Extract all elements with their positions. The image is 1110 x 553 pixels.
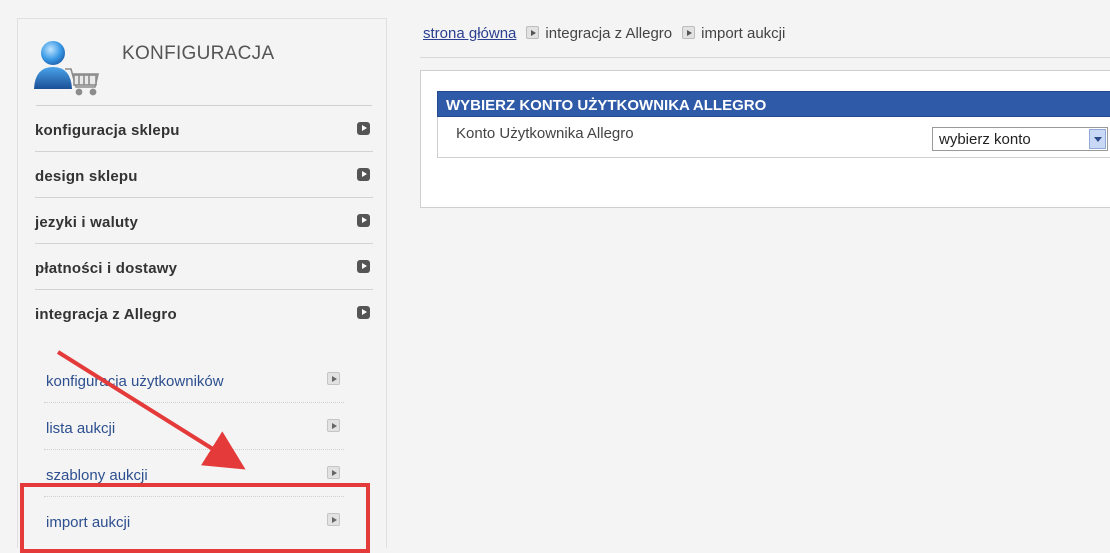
select-value: wybierz konto (939, 131, 1031, 148)
arrow-right-icon (327, 372, 340, 385)
sidebar: KONFIGURACJA konfiguracja sklepu design … (17, 18, 387, 548)
account-select[interactable]: wybierz konto (932, 127, 1108, 151)
arrow-right-icon (327, 419, 340, 432)
divider (420, 57, 1110, 58)
sidebar-title: KONFIGURACJA (122, 43, 275, 64)
breadcrumb-current: import aukcji (701, 25, 786, 42)
submenu-item-szablony-aukcji[interactable]: szablony aukcji (44, 450, 344, 497)
menu-item-konfiguracja-sklepu[interactable]: konfiguracja sklepu (35, 106, 373, 152)
submenu-item-label: import aukcji (46, 514, 131, 531)
menu-item-design-sklepu[interactable]: design sklepu (35, 152, 373, 198)
allegro-submenu: konfiguracja użytkowników lista aukcji s… (44, 356, 344, 544)
form-row: Konto Użytkownika Allegro wybierz konto (437, 117, 1110, 158)
main-menu: konfiguracja sklepu design sklepu jezyki… (35, 106, 373, 336)
submenu-item-lista-aukcji[interactable]: lista aukcji (44, 403, 344, 450)
submenu-item-label: lista aukcji (46, 420, 116, 437)
submenu-item-label: szablony aukcji (46, 467, 148, 484)
submenu-item-import-aukcji[interactable]: import aukcji (44, 497, 344, 544)
dropdown-arrow-icon[interactable] (1089, 129, 1106, 149)
box-title: WYBIERZ KONTO UŻYTKOWNIKA ALLEGRO (437, 91, 1110, 117)
breadcrumb-item[interactable]: integracja z Allegro (545, 25, 672, 42)
sidebar-header: KONFIGURACJA (18, 19, 388, 105)
submenu-item-konfiguracja-uzytkownikow[interactable]: konfiguracja użytkowników (44, 356, 344, 403)
user-cart-icon (34, 41, 100, 96)
arrow-right-icon (526, 26, 540, 39)
content-panel: WYBIERZ KONTO UŻYTKOWNIKA ALLEGRO Konto … (420, 70, 1110, 208)
arrow-right-icon (357, 306, 370, 319)
field-label: Konto Użytkownika Allegro (456, 125, 634, 142)
menu-item-integracja-z-allegro[interactable]: integracja z Allegro (35, 290, 373, 336)
menu-item-jezyki-i-waluty[interactable]: jezyki i waluty (35, 198, 373, 244)
menu-item-platnosci-i-dostawy[interactable]: płatności i dostawy (35, 244, 373, 290)
account-select-box: WYBIERZ KONTO UŻYTKOWNIKA ALLEGRO Konto … (437, 91, 1110, 171)
menu-item-label: integracja z Allegro (35, 306, 177, 323)
menu-item-label: konfiguracja sklepu (35, 122, 180, 139)
arrow-right-icon (357, 168, 370, 181)
menu-item-label: jezyki i waluty (35, 214, 139, 231)
arrow-right-icon (357, 214, 370, 227)
menu-item-label: design sklepu (35, 168, 138, 185)
arrow-right-icon (327, 466, 340, 479)
arrow-right-icon (357, 260, 370, 273)
submenu-item-label: konfiguracja użytkowników (46, 373, 224, 390)
arrow-right-icon (357, 122, 370, 135)
breadcrumb-home-link[interactable]: strona główna (423, 25, 516, 42)
arrow-right-icon (682, 26, 696, 39)
menu-item-label: płatności i dostawy (35, 260, 178, 277)
breadcrumb: strona główna integracja z Allegro import … (423, 25, 785, 42)
arrow-right-icon (327, 513, 340, 526)
